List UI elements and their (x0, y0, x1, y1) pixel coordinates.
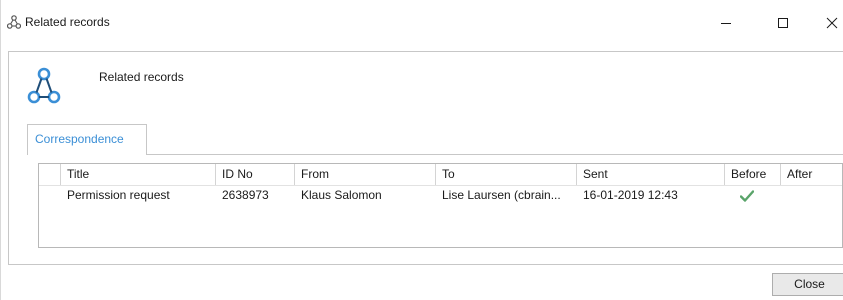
column-header-id-no[interactable]: ID No (216, 164, 295, 185)
page-title: Related records (99, 70, 184, 84)
network-icon (7, 15, 21, 29)
table-row[interactable]: Permission request 2638973 Klaus Salomon… (39, 186, 842, 204)
column-header-from[interactable]: From (295, 164, 436, 185)
cell-id-no: 2638973 (222, 188, 269, 202)
cell-title: Permission request (67, 188, 170, 202)
records-table: Title ID No From To Sent Before After Pe… (38, 163, 843, 248)
row-selector-header (39, 164, 61, 185)
close-window-button[interactable] (817, 9, 843, 37)
title-bar: Related records (1, 0, 843, 44)
column-header-after[interactable]: After (781, 164, 842, 185)
cell-from: Klaus Salomon (301, 188, 382, 202)
minimize-icon (721, 23, 731, 24)
table-header: Title ID No From To Sent Before After (39, 164, 842, 186)
close-icon (826, 17, 838, 29)
checkmark-icon (740, 190, 754, 202)
column-header-to[interactable]: To (436, 164, 577, 185)
minimize-button[interactable] (706, 9, 746, 37)
cell-sent: 16-01-2019 12:43 (583, 188, 678, 202)
cell-to: Lise Laursen (cbrain... (442, 188, 561, 202)
column-header-title[interactable]: Title (61, 164, 216, 185)
tab-label: Correspondence (35, 132, 124, 146)
close-button[interactable]: Close (772, 273, 843, 296)
maximize-icon (778, 18, 788, 28)
column-header-before[interactable]: Before (725, 164, 781, 185)
maximize-button[interactable] (763, 9, 803, 37)
related-records-icon (27, 67, 61, 104)
related-records-window: Related records Related records Correspo… (0, 0, 843, 300)
column-header-sent[interactable]: Sent (577, 164, 725, 185)
window-title: Related records (25, 15, 110, 29)
tab-correspondence[interactable]: Correspondence (27, 124, 147, 155)
